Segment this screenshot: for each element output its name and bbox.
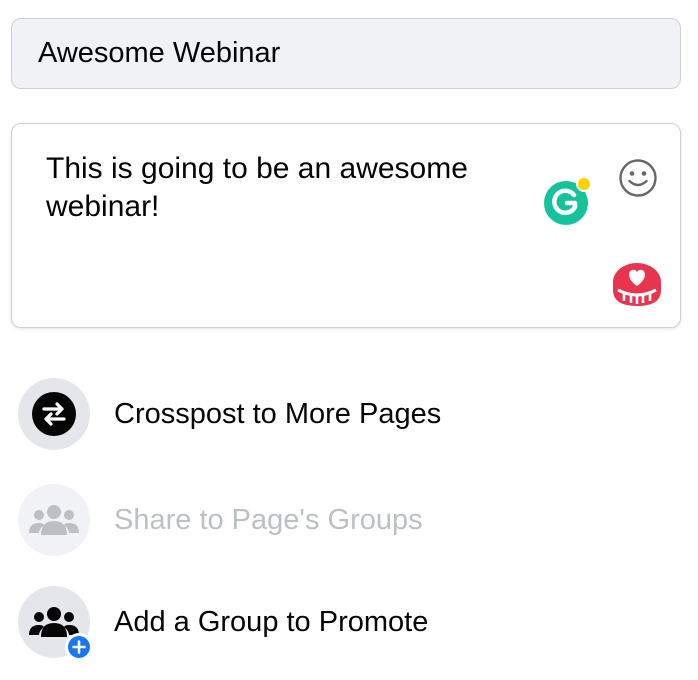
event-title-input[interactable]: Awesome Webinar [11,18,681,89]
share-to-groups-option[interactable]: Share to Page's Groups [18,484,678,556]
plus-badge [65,633,93,661]
crosspost-label: Crosspost to More Pages [114,397,442,430]
grammarly-icon[interactable] [544,177,592,225]
crosspost-icon-circle [18,378,90,450]
add-group-option[interactable]: Add a Group to Promote [18,586,678,661]
add-group-icon-circle [18,586,93,661]
event-description-value: This is going to be an awesome webinar! [46,152,468,223]
groups-icon [29,505,79,535]
crosspost-arrows-icon [32,392,76,436]
event-title-value: Awesome Webinar [38,37,281,69]
event-description-input[interactable]: This is going to be an awesome webinar! [11,123,681,328]
crosspost-option[interactable]: Crosspost to More Pages [18,378,678,450]
plus-icon [68,636,90,658]
share-groups-label: Share to Page's Groups [114,503,423,536]
add-group-label: Add a Group to Promote [114,605,429,638]
share-groups-icon-circle [18,484,90,556]
heart-badge-icon[interactable] [612,262,662,308]
smiley-icon[interactable] [618,158,658,198]
